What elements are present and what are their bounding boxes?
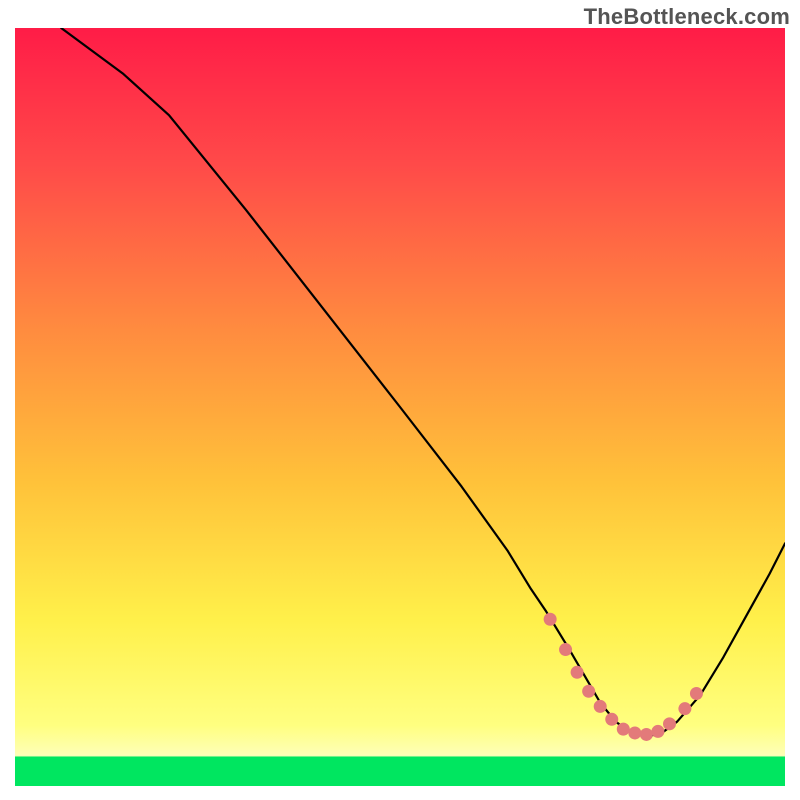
highlight-dot [582,685,595,698]
highlight-dot [663,717,676,730]
highlight-dot [640,728,653,741]
highlight-dot [678,702,691,715]
chart-container: TheBottleneck.com [0,0,800,800]
watermark-text: TheBottleneck.com [584,4,790,30]
highlight-dot [651,725,664,738]
highlight-dot [571,666,584,679]
highlight-dot [690,687,703,700]
bottleneck-chart [15,28,785,786]
highlight-dot [559,643,572,656]
highlight-dot [617,723,630,736]
highlight-dot [605,713,618,726]
highlight-dot [544,613,557,626]
highlight-dot [628,726,641,739]
highlight-dot [594,700,607,713]
